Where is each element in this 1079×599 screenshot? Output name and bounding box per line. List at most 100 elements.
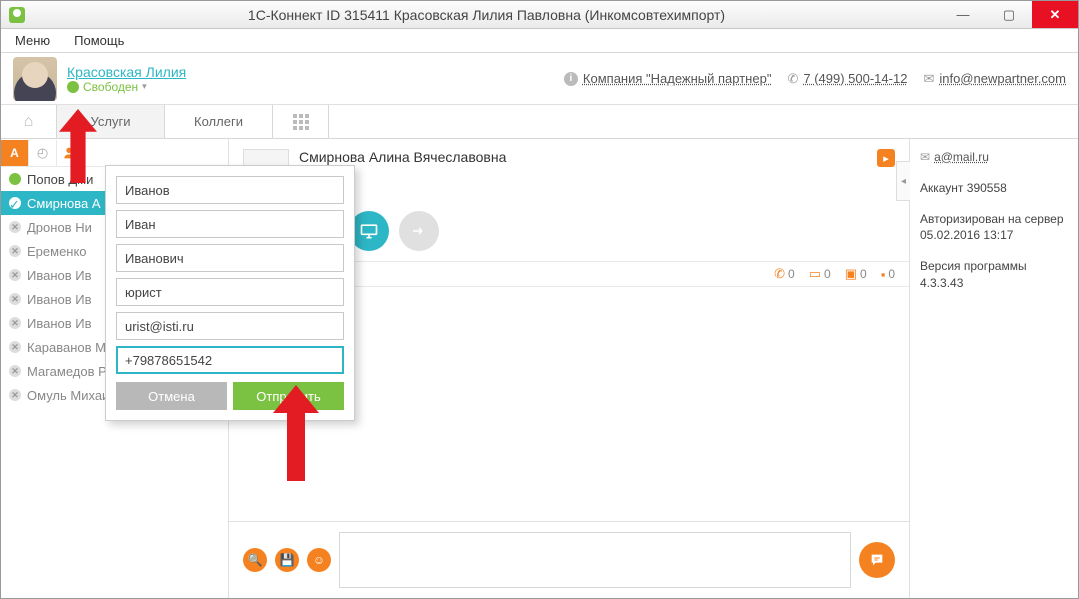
app-icon <box>9 7 25 23</box>
home-icon: ⌂ <box>24 113 34 131</box>
offline-dot-icon: ✕ <box>9 341 21 353</box>
contact-name: Смирнова Алина Вячеславовна <box>299 149 506 165</box>
emoji-button[interactable]: ☺ <box>307 548 331 572</box>
company-link-block: i Компания "Надежный партнер" <box>564 71 772 86</box>
status-label: Свободен <box>83 80 138 94</box>
cancel-button[interactable]: Отмена <box>116 382 227 410</box>
chat-bubble-icon <box>869 552 885 568</box>
offline-dot-icon: ✕ <box>9 269 21 281</box>
company-link[interactable]: Компания "Надежный партнер" <box>583 71 772 86</box>
chat-small-icon: ▭ <box>809 266 821 282</box>
count-chats: ▭0 <box>809 266 831 282</box>
status-row[interactable]: Свободен ▾ <box>67 80 186 94</box>
left-toolbar: А ◴ <box>1 139 228 167</box>
smile-icon: ☺ <box>313 553 325 567</box>
user-name-link[interactable]: Красовская Лилия <box>67 64 186 80</box>
mid-counts: ✆0 ▭0 ▣0 ▪0 <box>774 266 895 282</box>
input-patronymic[interactable] <box>116 244 344 272</box>
titlebar: 1С-Коннект ID 315411 Красовская Лилия Па… <box>1 1 1078 29</box>
right-email-row: ✉ a@mail.ru <box>920 149 1068 166</box>
mail-icon: ✉ <box>920 149 930 166</box>
count-calls: ✆0 <box>774 266 795 282</box>
input-position[interactable] <box>116 278 344 306</box>
menu-help[interactable]: Помощь <box>64 31 134 50</box>
screen-share-button[interactable] <box>349 211 389 251</box>
right-auth: Авторизирован на сервер 05.02.2016 13:17 <box>920 211 1068 245</box>
close-button[interactable]: ✕ <box>1032 1 1078 28</box>
disk-icon: 💾 <box>280 553 295 567</box>
email-link[interactable]: info@newpartner.com <box>939 71 1066 86</box>
input-surname[interactable] <box>116 176 344 204</box>
sort-az-label: А <box>10 146 19 160</box>
tab-colleagues-label: Коллеги <box>194 114 243 129</box>
menu-menu[interactable]: Меню <box>5 31 60 50</box>
tab-colleagues[interactable]: Коллеги <box>165 105 273 138</box>
maximize-button[interactable]: ▢ <box>986 1 1032 28</box>
contact-name-label: Еременко <box>27 244 87 259</box>
grid-icon <box>293 114 309 130</box>
mail-icon: ✉ <box>923 71 934 87</box>
forward-icon <box>410 222 428 240</box>
window-title: 1С-Коннект ID 315411 Красовская Лилия Па… <box>33 7 940 23</box>
right-panel-toggle[interactable]: ◂ <box>896 161 910 201</box>
input-firstname[interactable] <box>116 210 344 238</box>
right-email-link[interactable]: a@mail.ru <box>934 149 989 166</box>
contact-name-label: Иванов Ив <box>27 268 92 283</box>
input-phone[interactable] <box>116 346 344 374</box>
right-auth-date: 05.02.2016 13:17 <box>920 228 1013 242</box>
hint-arrow-1 <box>59 109 97 183</box>
count-screens: ▣0 <box>845 266 867 282</box>
right-account: Аккаунт 390558 <box>920 180 1068 197</box>
contact-name-label: Иванов Ив <box>27 316 92 331</box>
send-message-button[interactable] <box>859 542 895 578</box>
offline-dot-icon: ✕ <box>9 245 21 257</box>
contact-name-label: Дронов Ни <box>27 220 92 235</box>
sort-az-button[interactable]: А <box>1 140 29 166</box>
phone-small-icon: ✆ <box>774 266 785 282</box>
phone-link-block: ✆ 7 (499) 500-14-12 <box>787 71 907 87</box>
offline-dot-icon: ✕ <box>9 293 21 305</box>
email-link-block: ✉ info@newpartner.com <box>923 71 1066 87</box>
search-icon: 🔍 <box>248 553 263 567</box>
offline-dot-icon: ✕ <box>9 221 21 233</box>
avatar[interactable] <box>13 57 57 101</box>
user-block: Красовская Лилия Свободен ▾ <box>67 64 186 94</box>
status-dot-icon <box>67 81 79 93</box>
hint-arrow-2 <box>273 385 319 481</box>
online-dot-icon: ✓ <box>9 197 21 209</box>
right-auth-line: Авторизирован на сервер <box>920 212 1064 226</box>
phone-icon: ✆ <box>787 71 798 87</box>
clock-icon: ◴ <box>37 145 48 161</box>
tab-apps[interactable] <box>273 105 329 138</box>
save-chat-button[interactable]: 💾 <box>275 548 299 572</box>
sort-recent-button[interactable]: ◴ <box>29 140 57 166</box>
header-right: i Компания "Надежный партнер" ✆ 7 (499) … <box>564 71 1066 87</box>
count-files: ▪0 <box>881 267 895 282</box>
offline-dot-icon: ✕ <box>9 389 21 401</box>
next-contact-button[interactable]: ▸ <box>877 149 895 167</box>
header: Красовская Лилия Свободен ▾ i Компания "… <box>1 53 1078 105</box>
online-dot-icon <box>9 173 21 185</box>
monitor-icon <box>359 221 379 241</box>
col-right: ✉ a@mail.ru Аккаунт 390558 Авторизирован… <box>910 139 1078 598</box>
contact-name-label: Смирнова А <box>27 196 101 211</box>
right-ver-label: Версия программы <box>920 259 1027 273</box>
file-small-icon: ▪ <box>881 267 886 282</box>
chevron-down-icon: ▾ <box>142 81 147 92</box>
message-input[interactable] <box>339 532 851 588</box>
search-chat-button[interactable]: 🔍 <box>243 548 267 572</box>
minimize-button[interactable]: — <box>940 1 986 28</box>
offline-dot-icon: ✕ <box>9 365 21 377</box>
screen-small-icon: ▣ <box>845 266 857 282</box>
tabs: ⌂ Услуги Коллеги <box>1 105 1078 139</box>
contact-name-label: Иванов Ив <box>27 292 92 307</box>
invite-popup: Отмена Отправить <box>105 165 355 421</box>
offline-dot-icon: ✕ <box>9 317 21 329</box>
phone-link[interactable]: 7 (499) 500-14-12 <box>803 71 907 86</box>
window-controls: — ▢ ✕ <box>940 1 1078 28</box>
info-icon: i <box>564 72 578 86</box>
forward-button[interactable] <box>399 211 439 251</box>
right-version: Версия программы 4.3.3.43 <box>920 258 1068 292</box>
tab-home[interactable]: ⌂ <box>1 105 57 138</box>
input-email[interactable] <box>116 312 344 340</box>
